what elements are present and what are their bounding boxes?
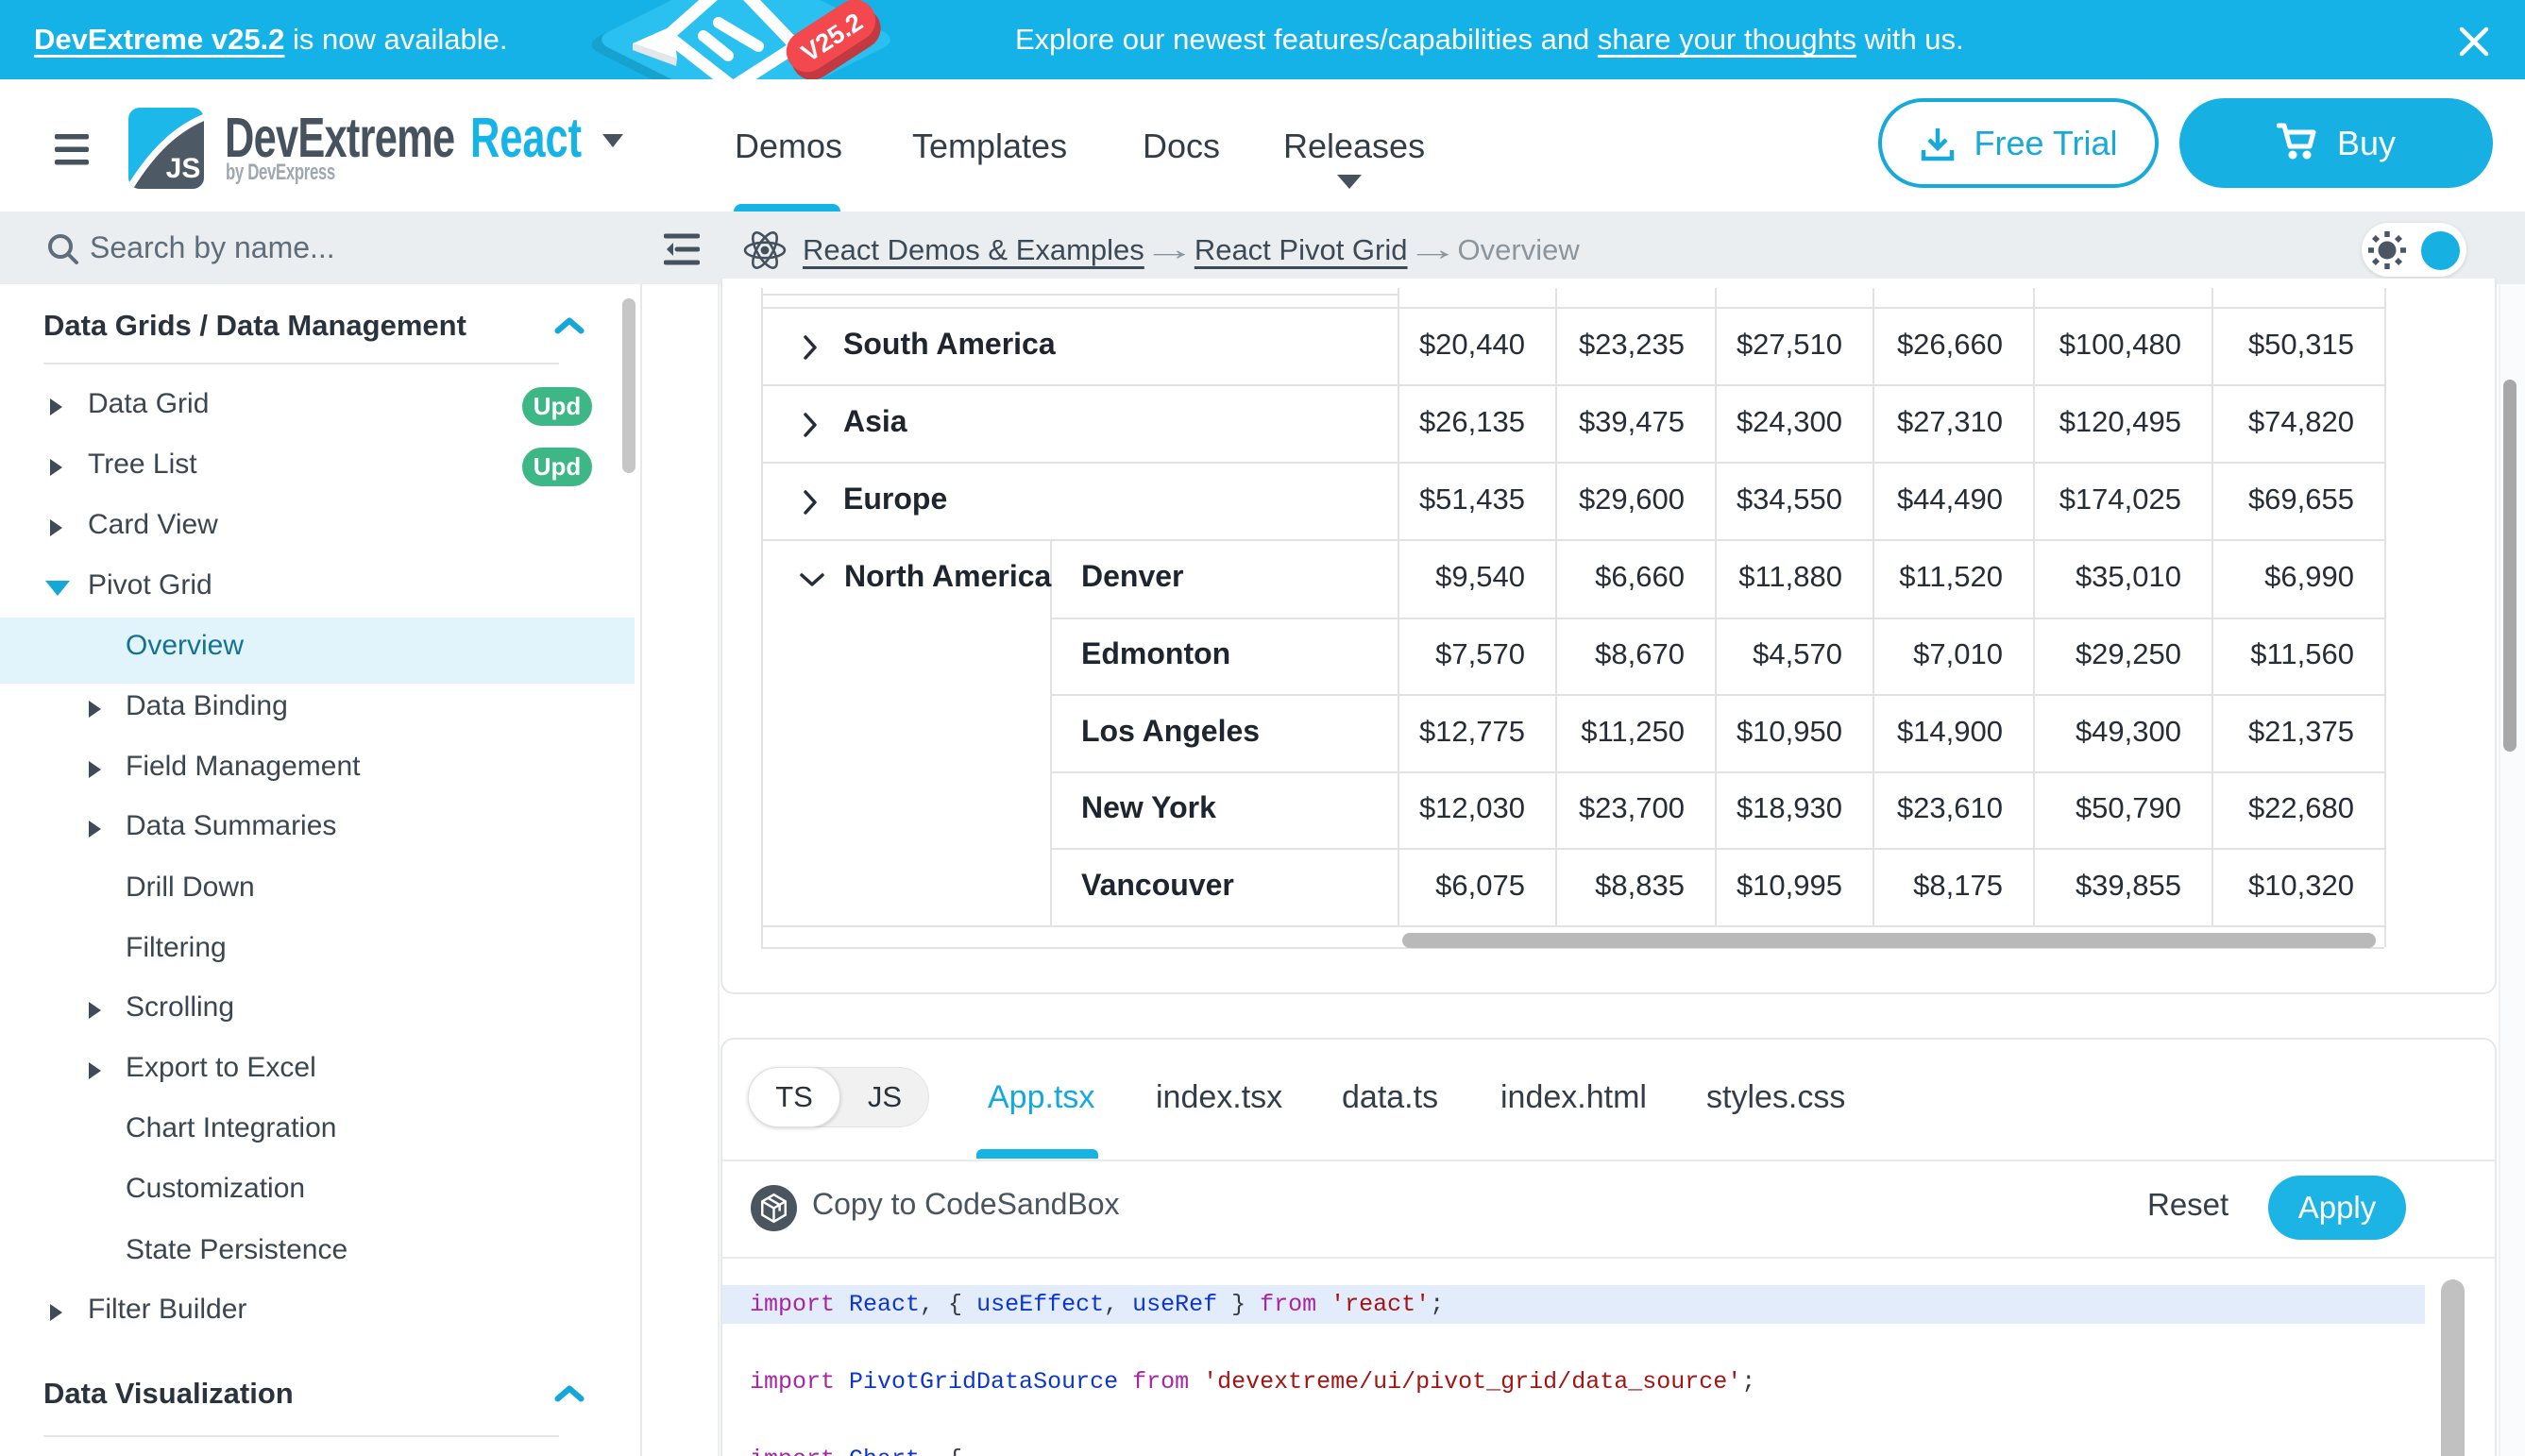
svg-text:JS: JS [166,153,201,184]
